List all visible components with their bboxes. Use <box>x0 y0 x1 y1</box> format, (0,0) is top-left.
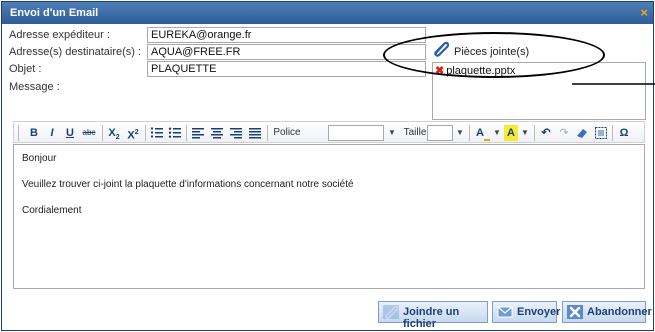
strikethrough-button[interactable]: abc <box>81 125 97 141</box>
highlight-ellipse <box>383 32 605 78</box>
message-label: Message : <box>9 81 60 93</box>
dialog-titlebar[interactable]: Envoi d'un Email × <box>2 2 653 24</box>
toolbar-separator <box>145 125 146 141</box>
annotation-line <box>572 83 655 85</box>
message-line: Bonjour <box>22 153 57 164</box>
toolbar-separator <box>186 125 187 141</box>
underline-button[interactable]: U <box>64 125 76 141</box>
cancel-label: Abandonner <box>587 306 652 318</box>
italic-button[interactable]: I <box>46 125 58 141</box>
subject-field[interactable]: PLAQUETTE <box>147 61 426 77</box>
attach-file-button[interactable]: Joindre un fichier <box>378 301 488 330</box>
select-all-icon[interactable] <box>594 125 608 141</box>
attach-file-label: Joindre un fichier <box>403 306 460 330</box>
subscript-button[interactable]: X2 <box>107 125 121 141</box>
envelope-icon <box>497 306 513 318</box>
send-label: Envoyer <box>517 306 561 318</box>
align-right-icon[interactable] <box>229 125 243 141</box>
text-color-dropdown-icon[interactable]: ▼ <box>491 125 503 141</box>
undo-icon[interactable]: ↶ <box>539 125 553 141</box>
cancel-x-icon <box>567 305 583 319</box>
send-button[interactable]: Envoyer <box>492 301 561 323</box>
toolbar-grip <box>18 125 19 141</box>
size-select[interactable] <box>427 125 453 141</box>
superscript-mark: 2 <box>134 129 139 136</box>
email-dialog: Envoi d'un Email × Adresse expéditeur : … <box>1 1 655 331</box>
sender-field[interactable]: EUREKA@orange.fr <box>147 27 426 43</box>
toolbar-separator <box>469 125 470 141</box>
highlight-color-icon[interactable]: A <box>504 125 518 141</box>
paperclip-icon <box>383 305 399 319</box>
numbered-list-icon[interactable] <box>150 125 164 141</box>
message-line: Cordialement <box>22 205 82 216</box>
special-char-icon[interactable]: Ω <box>617 125 631 141</box>
message-line: Veuillez trouver ci-joint la plaquette d… <box>22 179 354 190</box>
toolbar-separator <box>102 125 103 141</box>
superscript-button[interactable]: X2 <box>126 125 140 142</box>
highlight-dropdown-icon[interactable]: ▼ <box>519 125 531 141</box>
toolbar-separator <box>267 125 268 141</box>
align-justify-icon[interactable] <box>248 125 262 141</box>
text-color-icon[interactable]: A <box>474 125 492 141</box>
font-label: Police <box>273 127 301 138</box>
subscript-mark: 2 <box>115 134 120 142</box>
dialog-title: Envoi d'un Email <box>10 7 99 19</box>
cancel-button[interactable]: Abandonner <box>562 301 652 323</box>
sender-label: Adresse expéditeur : <box>9 29 110 41</box>
size-label: Taille <box>403 127 427 138</box>
toolbar-separator <box>534 125 535 141</box>
bulleted-list-icon[interactable] <box>168 125 182 141</box>
font-select[interactable] <box>328 125 384 141</box>
subscript-base: X <box>108 127 116 139</box>
close-icon[interactable]: × <box>640 5 648 20</box>
recipient-label: Adresse(s) destinataire(s) : <box>9 46 142 58</box>
size-dropdown-icon[interactable]: ▼ <box>454 125 466 141</box>
toolbar-separator <box>612 125 613 141</box>
align-center-icon[interactable] <box>210 125 224 141</box>
bold-button[interactable]: B <box>28 125 40 141</box>
message-editor[interactable]: Bonjour Veuillez trouver ci-joint la pla… <box>13 144 645 289</box>
eraser-icon[interactable] <box>575 125 589 141</box>
align-left-icon[interactable] <box>191 125 205 141</box>
superscript-base: X <box>127 129 135 142</box>
font-dropdown-icon[interactable]: ▼ <box>386 125 398 141</box>
subject-label: Objet : <box>9 63 42 75</box>
editor-toolbar: B I U abc X2 X2 Police ▼ Taille ▼ A ▼ A … <box>13 121 645 143</box>
redo-icon[interactable]: ↷ <box>557 125 571 141</box>
